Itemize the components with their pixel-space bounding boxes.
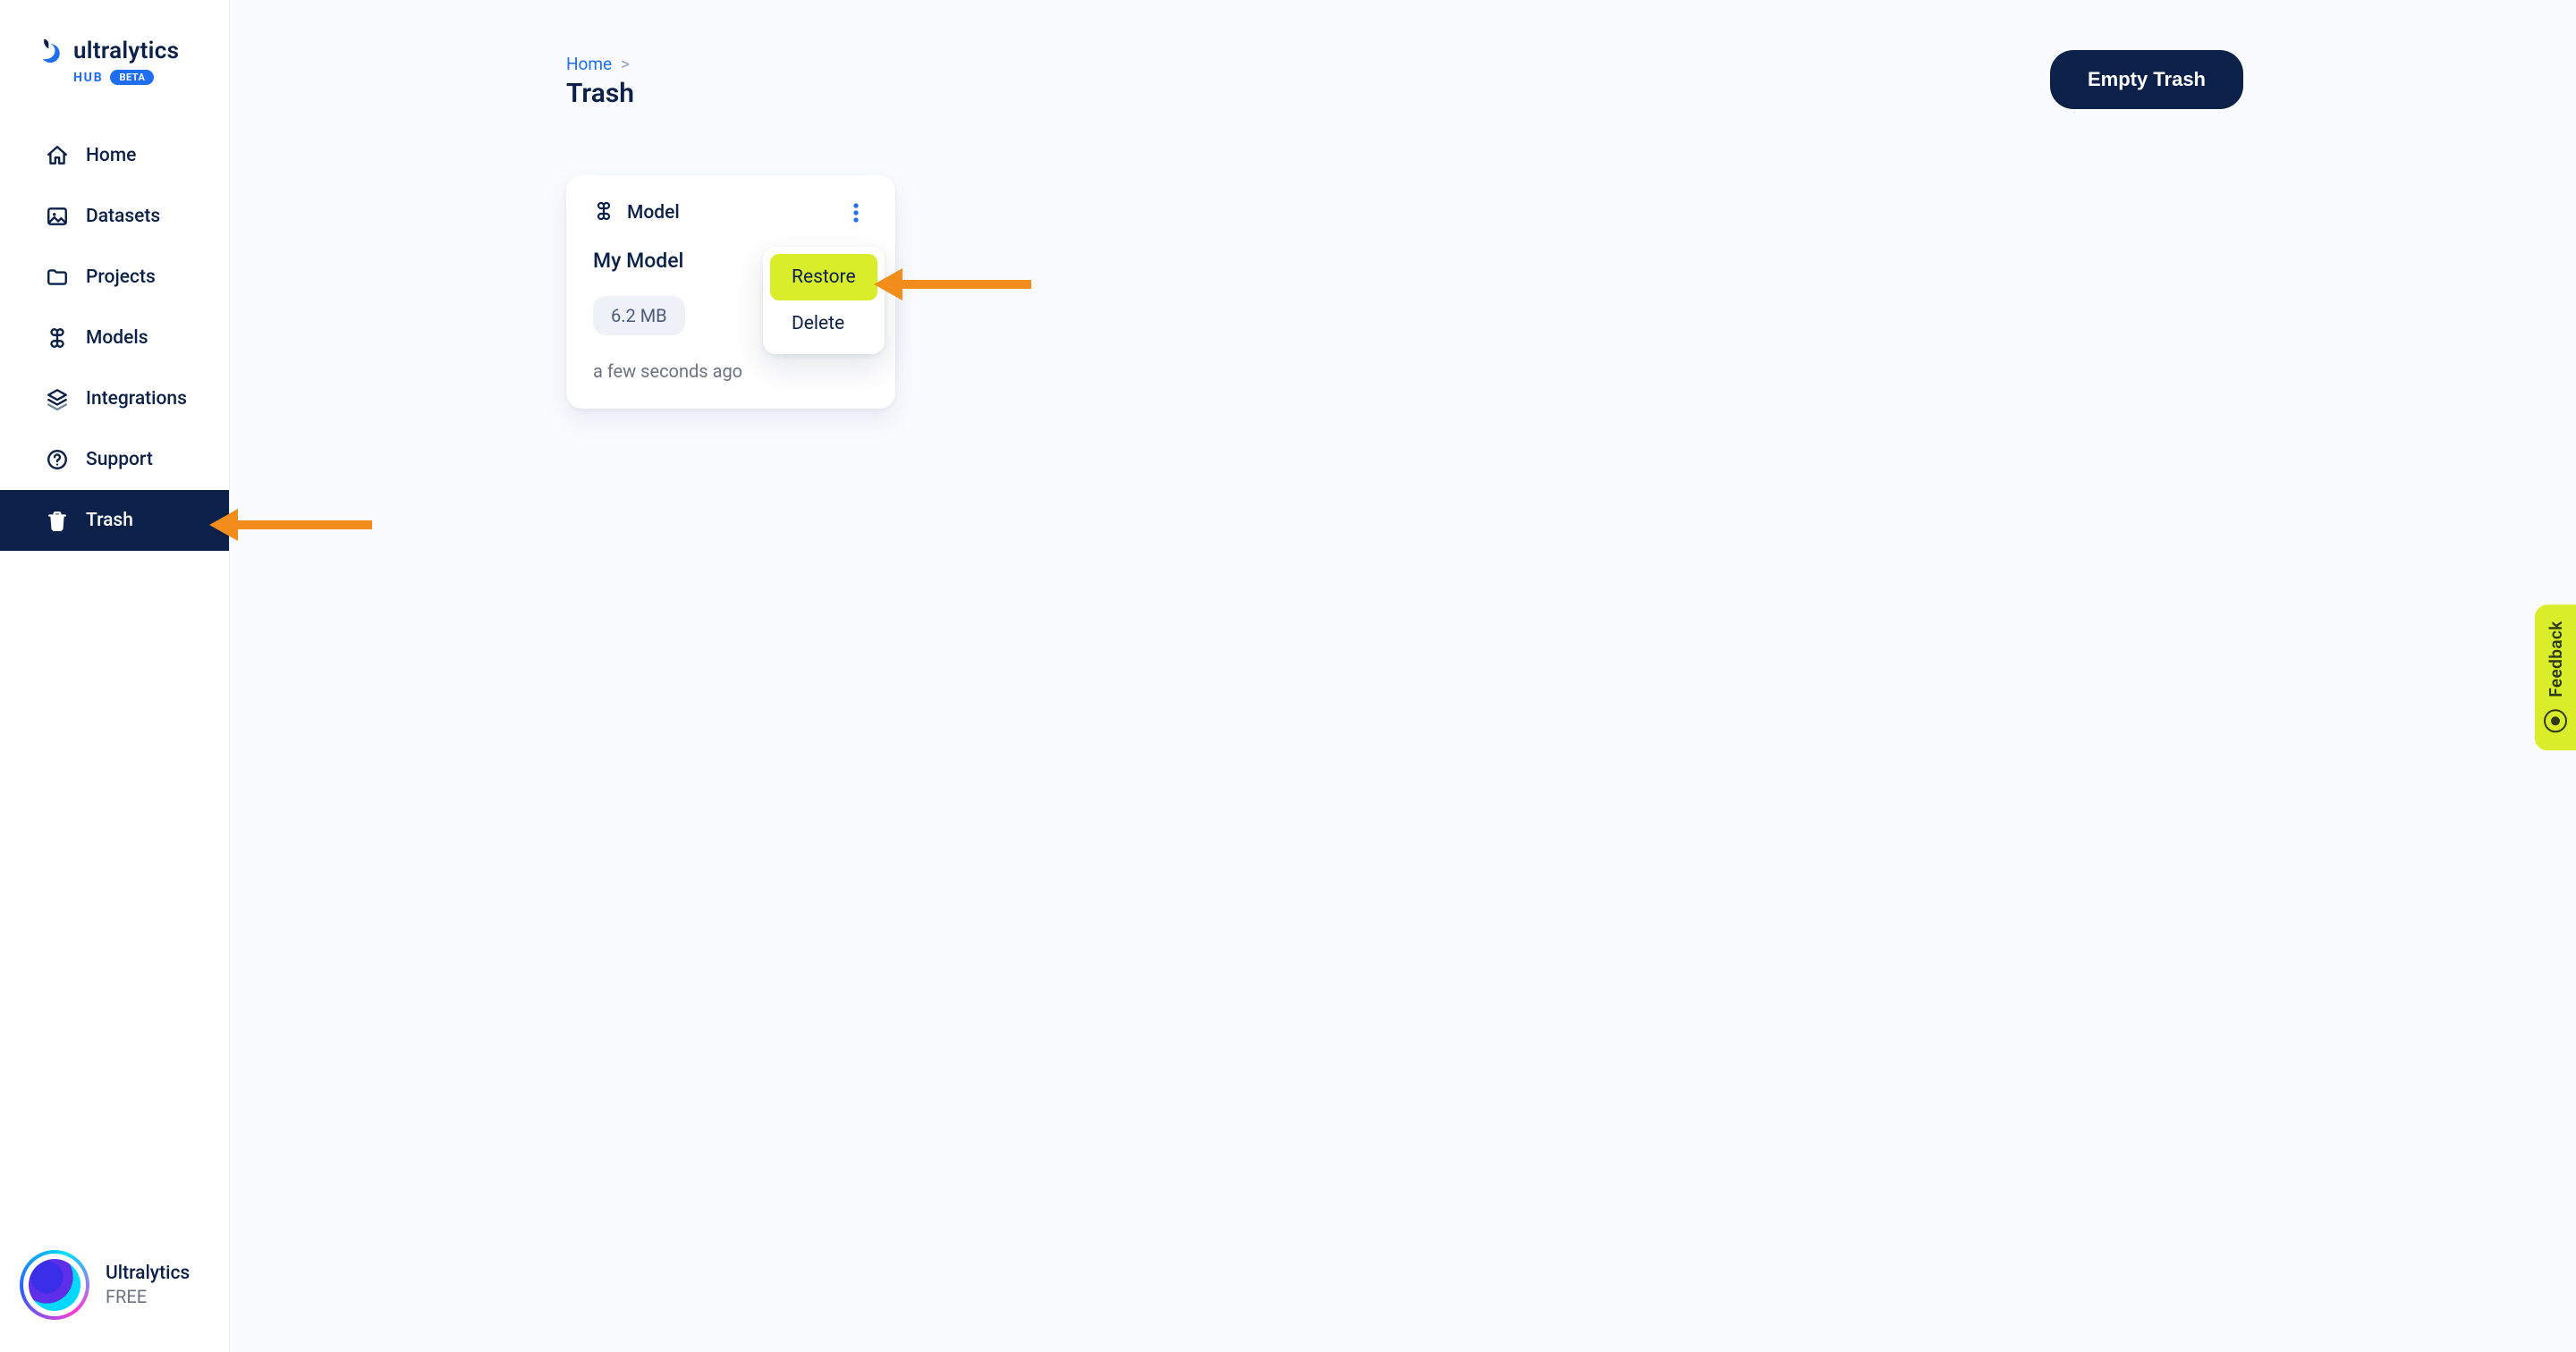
card-menu-button[interactable] [843, 200, 869, 225]
feedback-tab[interactable]: Feedback [2535, 604, 2576, 750]
feedback-label: Feedback [2546, 621, 2566, 697]
brand-logo[interactable]: ultralytics HUB BETA [0, 0, 229, 107]
command-icon [593, 200, 614, 225]
layers-icon [45, 386, 70, 411]
home-icon [45, 143, 70, 168]
command-icon [45, 325, 70, 351]
avatar [20, 1250, 89, 1320]
sidebar-item-label: Datasets [86, 206, 160, 227]
brand-name: ultralytics [73, 38, 179, 64]
sidebar-item-support[interactable]: Support [0, 429, 229, 490]
brand-mark-icon [39, 36, 64, 66]
page-header: Home > Trash Empty Trash [230, 0, 2576, 109]
breadcrumb-home[interactable]: Home [566, 54, 612, 74]
sidebar-nav: Home Datasets Projects Models Integratio [0, 125, 229, 551]
sidebar: ultralytics HUB BETA Home Datasets Proje… [0, 0, 230, 1352]
sidebar-item-models[interactable]: Models [0, 308, 229, 368]
user-plan: FREE [106, 1286, 190, 1307]
sidebar-user[interactable]: Ultralytics FREE [0, 1230, 229, 1352]
trash-icon [45, 508, 70, 533]
brand-sub-badge: BETA [110, 70, 154, 85]
card-size-badge: 6.2 MB [593, 296, 685, 335]
card-timestamp: a few seconds ago [593, 360, 869, 382]
smile-icon [2544, 710, 2567, 733]
page-title: Trash [566, 78, 634, 109]
brand-sub-hub: HUB [73, 71, 103, 85]
empty-trash-button[interactable]: Empty Trash [2050, 50, 2243, 109]
sidebar-item-label: Integrations [86, 388, 187, 410]
menu-item-restore[interactable]: Restore [770, 254, 877, 300]
sidebar-item-label: Models [86, 327, 148, 349]
user-name: Ultralytics [106, 1263, 190, 1284]
sidebar-item-home[interactable]: Home [0, 125, 229, 186]
sidebar-item-projects[interactable]: Projects [0, 247, 229, 308]
sidebar-item-trash[interactable]: Trash [0, 490, 229, 551]
annotation-arrow-restore [876, 268, 1031, 300]
image-icon [45, 204, 70, 229]
card-context-menu: Restore Delete [763, 247, 885, 354]
sidebar-item-integrations[interactable]: Integrations [0, 368, 229, 429]
sidebar-item-datasets[interactable]: Datasets [0, 186, 229, 247]
sidebar-item-label: Support [86, 449, 153, 470]
sidebar-item-label: Projects [86, 266, 156, 288]
help-icon [45, 447, 70, 472]
main: Home > Trash Empty Trash Model My Model … [230, 0, 2576, 1352]
sidebar-item-label: Trash [86, 510, 133, 531]
card-type-label: Model [627, 202, 680, 224]
menu-item-delete[interactable]: Delete [770, 300, 877, 347]
folder-icon [45, 265, 70, 290]
sidebar-item-label: Home [86, 145, 136, 166]
breadcrumb: Home > [566, 54, 634, 74]
breadcrumb-separator: > [621, 54, 630, 74]
